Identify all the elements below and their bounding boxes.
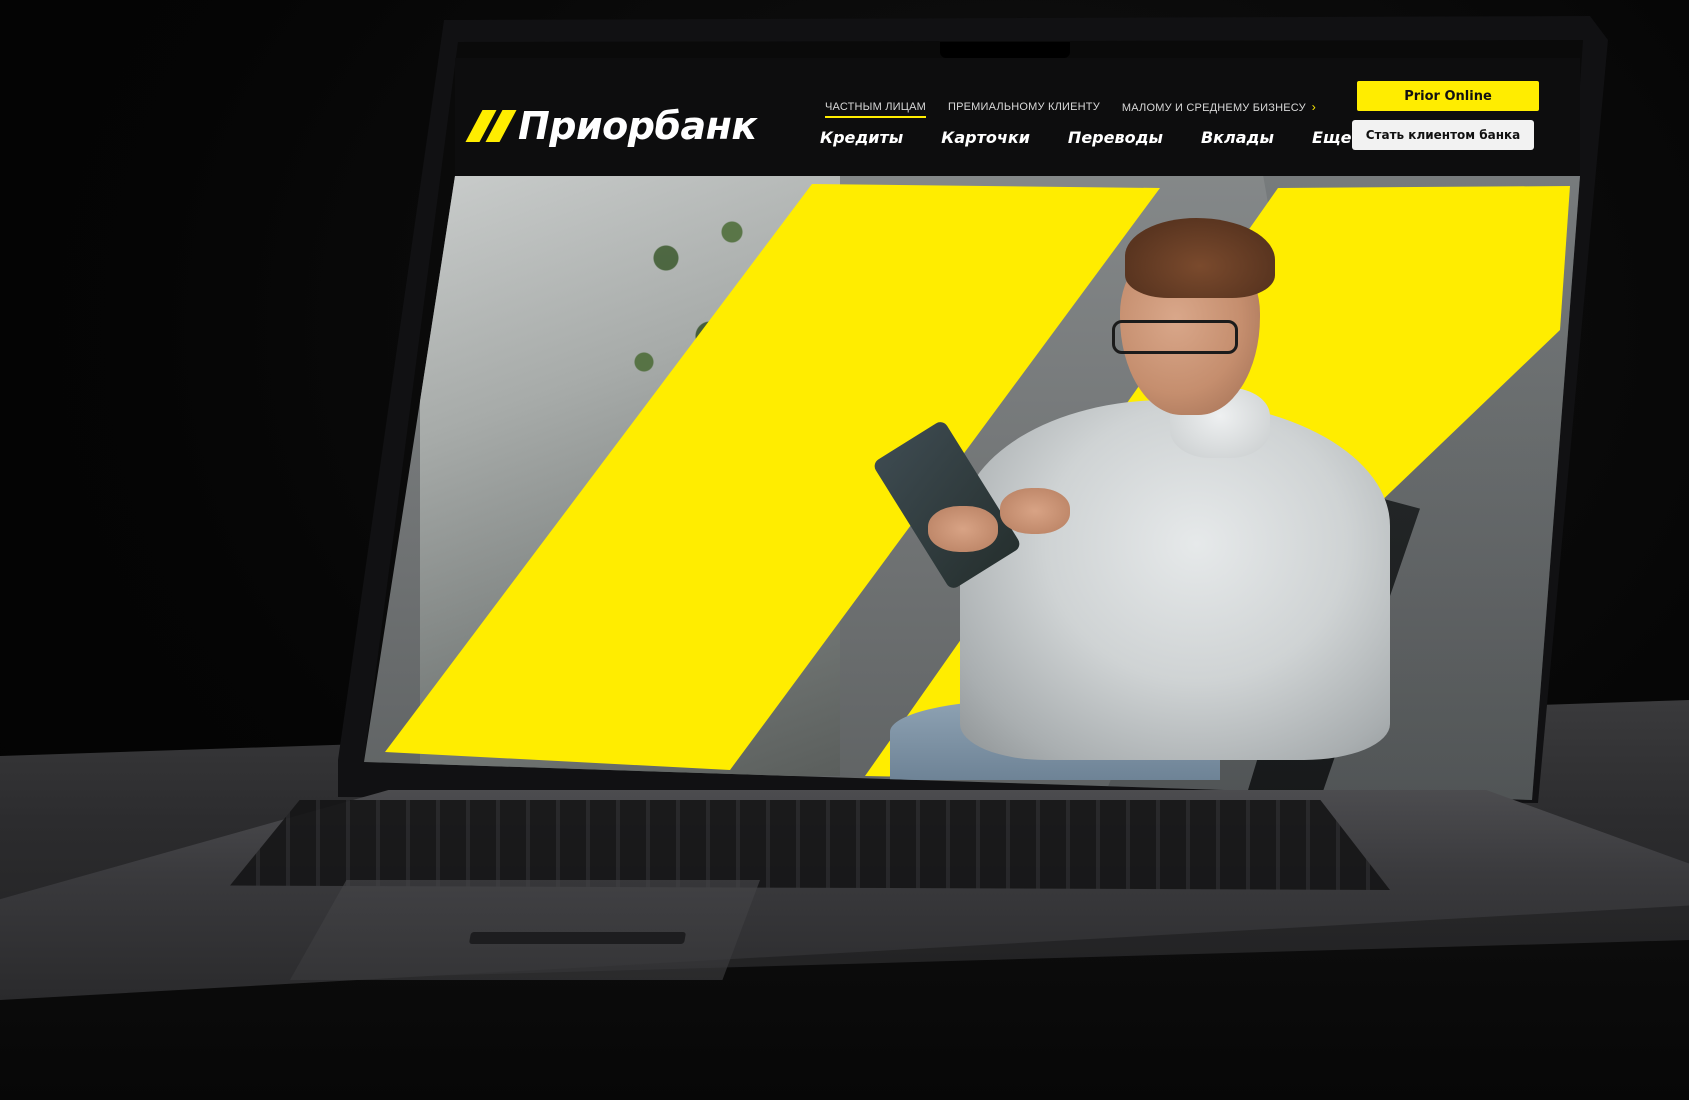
chevron-right-icon: › [1311,100,1316,114]
become-client-button[interactable]: Стать клиентом банка [1352,120,1534,150]
nav-item-more[interactable]: Еще [1312,128,1351,147]
nav-item-credits[interactable]: Кредиты [820,128,903,147]
segment-premium[interactable]: ПРЕМИАЛЬНОМУ КЛИЕНТУ [948,101,1100,118]
person-hand-left [928,506,998,552]
segment-business-label: МАЛОМУ И СРЕДНЕМУ БИЗНЕСУ [1121,102,1306,114]
brand-name: Приорбанк [518,104,757,148]
nav-item-cards[interactable]: Карточки [941,128,1030,147]
prior-online-button[interactable]: Prior Online [1357,81,1539,111]
brand-mark-icon [465,110,517,142]
person-sweater [960,400,1390,760]
laptop-mockup-scene: Приорбанк ЧАСТНЫМ ЛИЦАМ ПРЕМИАЛЬНОМУ КЛИ… [0,0,1689,1100]
camera-notch [940,42,1070,58]
nav-item-deposits[interactable]: Вклады [1201,128,1274,147]
laptop-keyboard [230,800,1390,890]
person-hair [1125,218,1275,298]
brand-logo[interactable]: Приорбанк [465,102,757,150]
laptop-hinge [468,932,687,944]
laptop-trackpad [290,880,760,980]
main-nav: Кредиты Карточки Переводы Вклады Еще [820,128,1351,147]
segment-business[interactable]: МАЛОМУ И СРЕДНЕМУ БИЗНЕСУ › [1122,100,1316,119]
person-glasses [1112,320,1238,354]
person-hand-right [1000,488,1070,534]
segment-nav: ЧАСТНЫМ ЛИЦАМ ПРЕМИАЛЬНОМУ КЛИЕНТУ МАЛОМ… [825,100,1316,119]
segment-private[interactable]: ЧАСТНЫМ ЛИЦАМ [825,101,926,118]
nav-item-transfers[interactable]: Переводы [1068,128,1163,147]
